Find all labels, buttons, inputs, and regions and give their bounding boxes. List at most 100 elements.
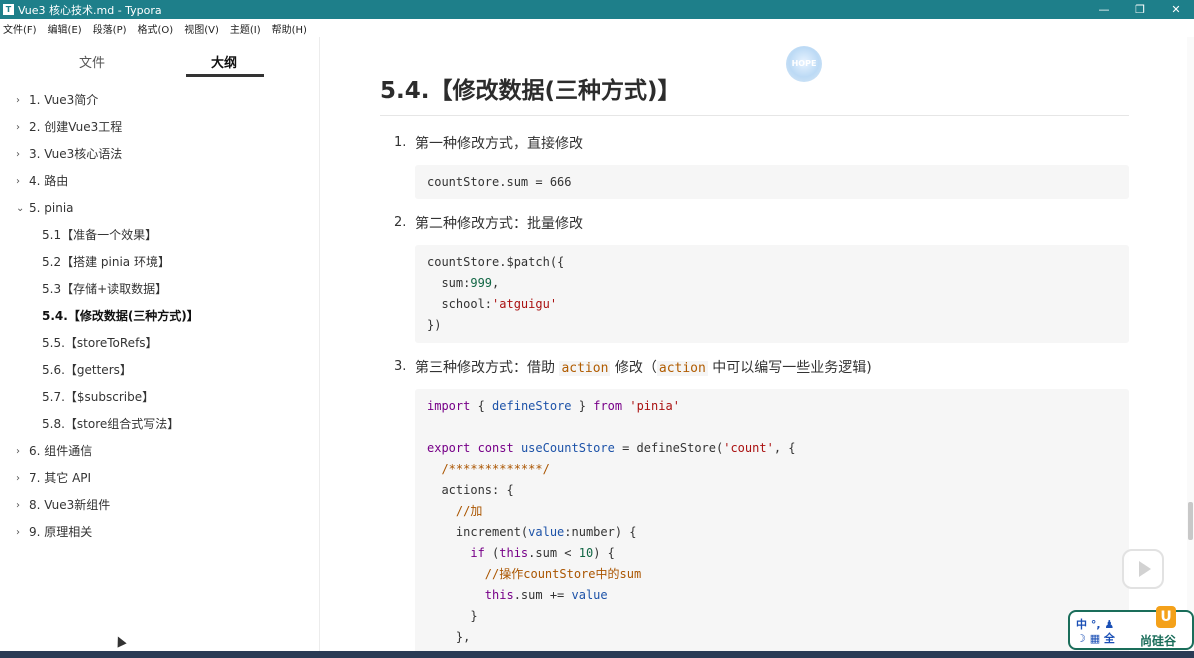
video-play-button[interactable] — [1122, 549, 1164, 589]
tab-outline[interactable]: 大纲 — [211, 52, 237, 71]
outline-subitem-5-1[interactable]: 5.1【准备一个效果】 — [0, 228, 320, 255]
outline-item-label: 9. 原理相关 — [29, 525, 93, 539]
menu-format[interactable]: 格式(O) — [138, 21, 174, 36]
outline-item-label: 5.3【存储+读取数据】 — [42, 282, 168, 296]
outline-subitem-5-8[interactable]: 5.8.【store组合式写法】 — [0, 417, 320, 444]
outline-item-label: 5.8.【store组合式写法】 — [42, 417, 180, 431]
window-titlebar: T Vue3 核心技术.md - Typora — ❐ ✕ — [0, 0, 1194, 19]
outline-item-label: 5.2【搭建 pinia 环境】 — [42, 255, 170, 269]
chevron-right-icon[interactable]: › — [16, 93, 26, 108]
outline-item-label: 4. 路由 — [29, 174, 69, 188]
outline-item-pinia[interactable]: ⌄ 5. pinia — [0, 201, 320, 228]
active-tab-indicator — [186, 74, 264, 77]
outline-item-label: 7. 其它 API — [29, 471, 92, 485]
code-line: if (this.sum < 10) { — [427, 545, 615, 561]
code-line: school:'atguigu' — [427, 296, 557, 312]
ime-status-indicator: 中 °, ♟ ☽ ▦ 全 — [1076, 618, 1115, 646]
outline-item-label: 8. Vue3新组件 — [29, 498, 111, 512]
chevron-right-icon[interactable]: › — [16, 498, 26, 513]
outline-subitem-5-3[interactable]: 5.3【存储+读取数据】 — [0, 282, 320, 309]
outline-item-core-syntax[interactable]: › 3. Vue3核心语法 — [0, 147, 320, 174]
menu-view[interactable]: 视图(V) — [184, 21, 219, 36]
chevron-right-icon[interactable]: › — [16, 525, 26, 540]
brand-name: 尚硅谷 — [1140, 634, 1177, 648]
code-token: , — [492, 276, 500, 290]
outline-item-create-project[interactable]: › 2. 创建Vue3工程 — [0, 120, 320, 147]
outline-item-label: 5.7.【$subscribe】 — [42, 390, 155, 404]
code-token: = defineStore( — [614, 441, 724, 455]
chevron-right-icon[interactable]: › — [16, 174, 26, 189]
code-token: 'pinia' — [622, 399, 680, 413]
outline-item-label: 5. pinia — [29, 201, 74, 215]
chevron-right-icon[interactable]: › — [16, 444, 26, 459]
menu-edit[interactable]: 编辑(E) — [48, 21, 82, 36]
vertical-scrollbar[interactable] — [1187, 37, 1194, 651]
code-line: increment(value:number) { — [427, 524, 637, 540]
outline-item-router[interactable]: › 4. 路由 — [0, 174, 320, 201]
code-token: ( — [484, 546, 500, 560]
code-token: value — [528, 525, 565, 539]
menu-bar: 文件(F) 编辑(E) 段落(P) 格式(O) 视图(V) 主题(I) 帮助(H… — [0, 19, 1194, 37]
code-token: this — [427, 588, 514, 602]
code-line: countStore.$patch({ — [427, 255, 565, 269]
code-line: export const useCountStore = defineStore… — [427, 440, 796, 456]
code-line: }) — [427, 318, 442, 332]
code-token: defineStore — [492, 399, 572, 413]
menu-help[interactable]: 帮助(H) — [272, 21, 307, 36]
outline-item-new-components[interactable]: › 8. Vue3新组件 — [0, 498, 320, 525]
inline-code: action — [656, 361, 708, 376]
typora-app-icon: T — [3, 4, 14, 15]
code-block[interactable]: countStore.$patch({ sum:999, school:'atg… — [415, 245, 1129, 343]
outline-subitem-5-2[interactable]: 5.2【搭建 pinia 环境】 — [0, 255, 320, 282]
outline-subitem-5-4-active[interactable]: 5.4.【修改数据(三种方式)】 — [0, 309, 320, 336]
outline-subitem-5-5[interactable]: 5.5.【storeToRefs】 — [0, 336, 320, 363]
code-token: this — [499, 546, 529, 560]
code-token: export — [427, 441, 471, 455]
outline-item-vue3-intro[interactable]: › 1. Vue3简介 — [0, 93, 320, 120]
maximize-button[interactable]: ❐ — [1122, 0, 1158, 19]
ime-status-line: 中 °, ♟ — [1076, 618, 1115, 631]
code-token: import — [427, 399, 471, 413]
outline-item-label: 5.6.【getters】 — [42, 363, 132, 377]
text-run: 修改（ — [610, 360, 657, 376]
outline-subitem-5-6[interactable]: 5.6.【getters】 — [0, 363, 320, 390]
outline-item-label: 5.4.【修改数据(三种方式)】 — [42, 309, 199, 323]
editor-content[interactable]: 5.4.【修改数据(三种方式)】 1. 第一种修改方式，直接修改 countSt… — [321, 37, 1187, 651]
code-token: 'count' — [723, 441, 774, 455]
brand-badge: 中 °, ♟ ☽ ▦ 全 U 尚硅谷 — [1068, 606, 1194, 650]
code-block[interactable]: countStore.sum = 666 — [415, 165, 1129, 199]
code-token: { — [470, 399, 493, 413]
scrollbar-thumb[interactable] — [1188, 502, 1193, 540]
tab-files[interactable]: 文件 — [79, 52, 105, 71]
code-token: 'atguigu' — [492, 297, 558, 311]
code-line: }, — [427, 630, 471, 644]
chevron-right-icon[interactable]: › — [16, 471, 26, 486]
code-line: actions: { — [427, 483, 514, 497]
menu-paragraph[interactable]: 段落(P) — [93, 21, 127, 36]
outline-item-label: 1. Vue3简介 — [29, 93, 99, 107]
ime-status-line: ☽ ▦ 全 — [1076, 632, 1115, 645]
outline-subitem-5-7[interactable]: 5.7.【$subscribe】 — [0, 390, 320, 417]
code-comment: /*************/ — [427, 462, 550, 476]
inline-code: action — [559, 361, 611, 376]
code-token: const — [470, 441, 521, 455]
outline-item-principles[interactable]: › 9. 原理相关 — [0, 525, 320, 552]
outline-item-other-api[interactable]: › 7. 其它 API — [0, 471, 320, 498]
menu-theme[interactable]: 主题(I) — [230, 21, 261, 36]
chevron-right-icon[interactable]: › — [16, 147, 26, 162]
menu-file[interactable]: 文件(F) — [3, 21, 37, 36]
list-number: 1. — [394, 135, 407, 150]
code-block[interactable]: import { defineStore } from 'pinia' expo… — [415, 389, 1129, 651]
outline-item-label: 6. 组件通信 — [29, 444, 93, 458]
close-button[interactable]: ✕ — [1158, 0, 1194, 19]
code-line: countStore.sum = 666 — [427, 175, 572, 189]
chevron-down-icon[interactable]: ⌄ — [16, 201, 26, 216]
minimize-button[interactable]: — — [1086, 0, 1122, 19]
chevron-right-icon[interactable]: › — [16, 120, 26, 135]
code-token: } — [571, 399, 594, 413]
brand-logo-icon: U — [1156, 606, 1176, 628]
code-token: school: — [427, 297, 493, 311]
window-title: Vue3 核心技术.md - Typora — [18, 3, 162, 17]
watermark-logo: HOPE — [786, 46, 822, 82]
outline-item-component-comm[interactable]: › 6. 组件通信 — [0, 444, 320, 471]
